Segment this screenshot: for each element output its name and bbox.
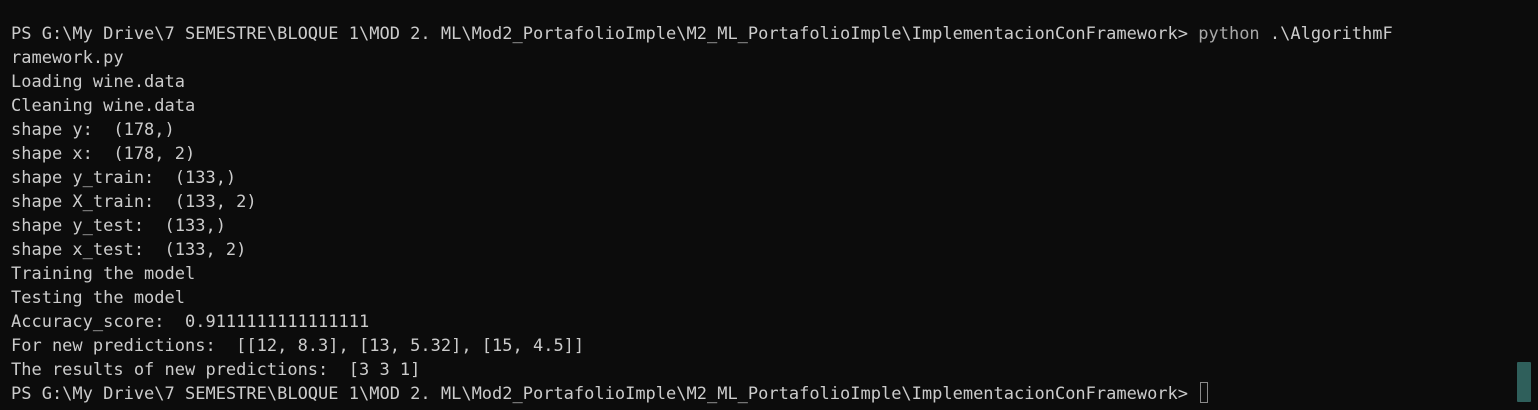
output-line: Accuracy_score: 0.9111111111111111 — [11, 312, 370, 332]
scrollbar-thumb[interactable] — [1517, 362, 1531, 402]
output-line: Loading wine.data — [11, 72, 185, 92]
output-line: Testing the model — [11, 288, 185, 308]
command-args: .\AlgorithmF — [1259, 24, 1393, 44]
output-line: shape x: (178, 2) — [11, 144, 196, 164]
output-line: The results of new predictions: [3 3 1] — [11, 360, 421, 380]
prompt-text: PS G:\My Drive\7 SEMESTRE\BLOQUE 1\MOD 2… — [11, 384, 1199, 404]
output-line: Training the model — [11, 264, 196, 284]
output-line: shape y_train: (133,) — [11, 168, 237, 188]
command-name: python — [1198, 24, 1260, 44]
active-prompt-line[interactable]: PS G:\My Drive\7 SEMESTRE\BLOQUE 1\MOD 2… — [11, 382, 1538, 406]
terminal-window[interactable]: PS G:\My Drive\7 SEMESTRE\BLOQUE 1\MOD 2… — [0, 0, 1538, 410]
prompt-line: PS G:\My Drive\7 SEMESTRE\BLOQUE 1\MOD 2… — [11, 22, 1538, 46]
text-cursor[interactable] — [1200, 382, 1209, 403]
prompt-text: PS G:\My Drive\7 SEMESTRE\BLOQUE 1\MOD 2… — [11, 24, 1199, 44]
output-line: Cleaning wine.data — [11, 96, 196, 116]
output-line: For new predictions: [[12, 8.3], [13, 5.… — [11, 336, 585, 356]
output-line: shape y: (178,) — [11, 120, 175, 140]
output-line: shape y_test: (133,) — [11, 216, 226, 236]
scrollbar-track[interactable] — [1516, 0, 1538, 410]
output-line: shape X_train: (133, 2) — [11, 192, 257, 212]
command-args-wrapped: ramework.py — [11, 48, 124, 68]
output-line: shape x_test: (133, 2) — [11, 240, 247, 260]
